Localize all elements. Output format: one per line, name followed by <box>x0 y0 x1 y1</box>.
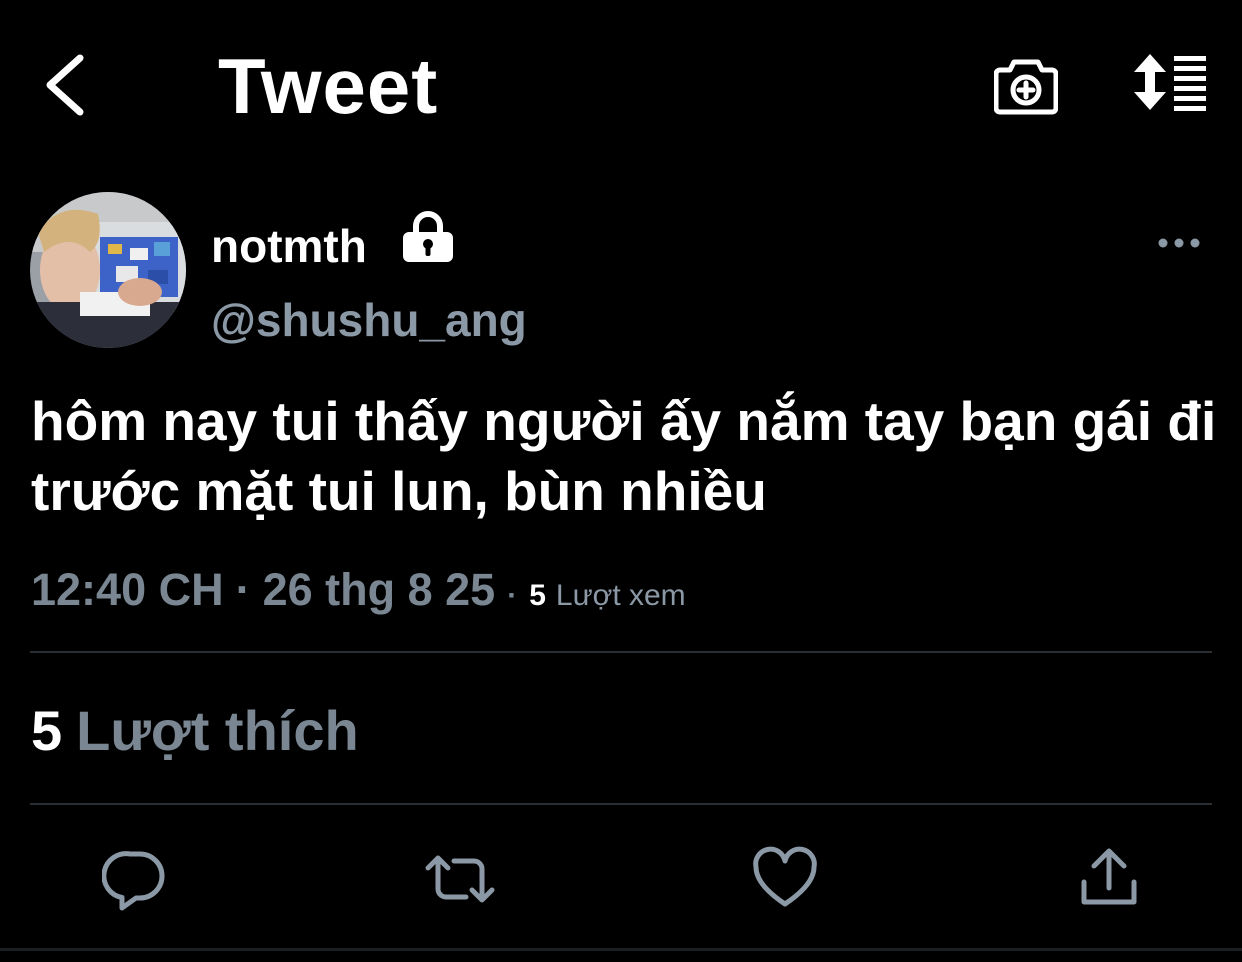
page-title: Tweet <box>218 42 439 130</box>
chevron-left-icon <box>46 54 84 116</box>
lock-icon <box>399 208 457 266</box>
avatar[interactable] <box>30 192 186 348</box>
meta-separator: · <box>235 564 251 615</box>
share-button[interactable] <box>1076 846 1142 912</box>
reply-icon <box>101 851 165 911</box>
bottom-divider <box>0 948 1242 951</box>
likes-label: Lượt thích <box>76 699 359 762</box>
meta-separator: · <box>507 579 518 612</box>
more-options-button[interactable] <box>1154 228 1204 258</box>
divider <box>30 651 1212 653</box>
views-label[interactable]: Lượt xem <box>556 579 686 613</box>
user-handle[interactable]: @shushu_ang <box>211 292 527 348</box>
sort-button[interactable] <box>1130 52 1210 114</box>
retweet-button[interactable] <box>424 846 496 912</box>
divider <box>30 803 1212 805</box>
views-count[interactable]: 5 <box>529 579 546 613</box>
tweet-time: 12:40 CH <box>31 564 224 615</box>
more-horizontal-icon <box>1158 238 1200 248</box>
like-button[interactable] <box>752 846 818 912</box>
back-button[interactable] <box>36 50 100 120</box>
like-icon <box>753 846 817 907</box>
avatar-image <box>30 192 186 348</box>
reply-button[interactable] <box>101 846 168 912</box>
camera-plus-icon <box>993 59 1059 115</box>
camera-button[interactable] <box>993 54 1059 116</box>
tweet-date: 26 thg 8 25 <box>262 564 496 615</box>
likes-summary[interactable]: 5 Lượt thích <box>31 696 359 766</box>
share-icon <box>1081 848 1137 905</box>
tweet-text: hôm nay tui thấy người ấy nắm tay bạn gá… <box>31 390 1217 522</box>
likes-count: 5 <box>31 699 63 762</box>
sort-lines-icon <box>1134 54 1206 111</box>
tweet-meta: 12:40 CH · 26 thg 8 25 · 5 Lượt xem <box>31 564 686 620</box>
display-name[interactable]: notmth <box>211 218 367 274</box>
retweet-icon <box>425 855 495 903</box>
